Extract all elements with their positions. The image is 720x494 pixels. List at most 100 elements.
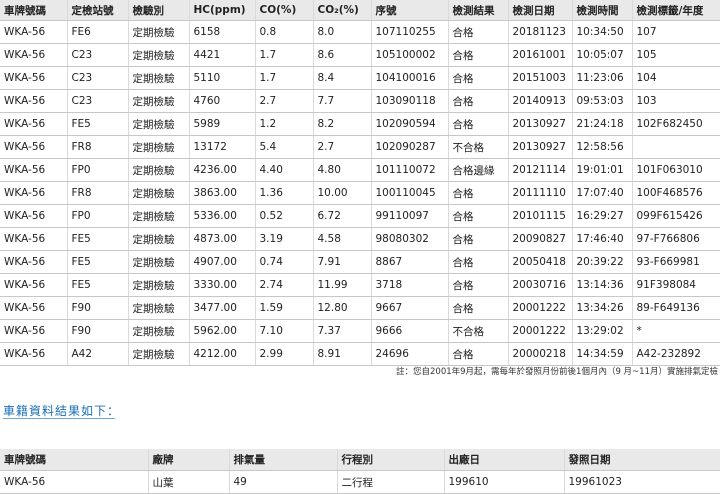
cell-co2: 7.37 [313, 319, 372, 343]
cell-plate: WKA-56 [0, 342, 68, 366]
cell-serial: 98080302 [371, 227, 449, 251]
cell-hc: 3330.00 [189, 273, 256, 297]
vehicle-header-row: 車牌號碼 廠牌 排氣量 行程別 出廠日 發照日期 [0, 449, 720, 471]
cell-time: 12:58:56 [572, 135, 633, 159]
table-row: WKA-56 FP0 定期檢驗 4236.00 4.40 4.80 101110072 合格邊… [0, 158, 720, 182]
cell-date: 20090827 [508, 227, 573, 251]
cell-date: 20001222 [508, 296, 573, 320]
cell-co2: 11.99 [313, 273, 372, 297]
cell-label: 97-F766806 [632, 227, 720, 251]
cell-co2: 4.80 [313, 158, 372, 182]
cell-plate: WKA-56 [0, 158, 68, 182]
table-row: WKA-56 FP0 定期檢驗 5336.00 0.52 6.72 99110097 合格 20… [0, 204, 720, 228]
cell-station: FP0 [67, 204, 129, 228]
cell-type: 定期檢驗 [128, 89, 190, 113]
cell-type: 定期檢驗 [128, 250, 190, 274]
table-row: WKA-56 FR8 定期檢驗 3863.00 1.36 10.00 100110045 合格… [0, 181, 720, 205]
cell-result: 合格邊緣 [448, 158, 509, 182]
cell-serial: 100110045 [371, 181, 449, 205]
vehicle-col-issue-date: 發照日期 [564, 449, 720, 471]
cell-station: FP0 [67, 158, 129, 182]
cell-co: 2.74 [255, 273, 314, 297]
table-row: WKA-56 FE5 定期檢驗 5989 1.2 8.2 102090594 合格 201309… [0, 112, 720, 136]
cell-label: 101F063010 [632, 158, 720, 182]
cell-station: FE5 [67, 273, 129, 297]
cell-co2: 12.80 [313, 296, 372, 320]
vehicle-info-table: 車牌號碼 廠牌 排氣量 行程別 出廠日 發照日期 WKA-56 山葉 49 二行… [0, 449, 720, 494]
cell-plate: WKA-56 [0, 227, 68, 251]
cell-type: 定期檢驗 [128, 227, 190, 251]
cell-serial: 9667 [371, 296, 449, 320]
table-row: WKA-56 C23 定期檢驗 5110 1.7 8.4 104100016 合格 201510… [0, 66, 720, 90]
col-header-date: 檢測日期 [508, 0, 573, 21]
cell-serial: 107110255 [371, 20, 449, 44]
cell-label: A42-232892 [632, 342, 720, 366]
vehicle-col-factory-date: 出廠日 [444, 449, 565, 471]
cell-serial: 101110072 [371, 158, 449, 182]
table-row: WKA-56 FE5 定期檢驗 3330.00 2.74 11.99 3718 合格 20030… [0, 273, 720, 297]
cell-co2: 8.0 [313, 20, 372, 44]
cell-serial: 104100016 [371, 66, 449, 90]
cell-label: 100F468576 [632, 181, 720, 205]
cell-date: 20050418 [508, 250, 573, 274]
table-row: WKA-56 FE5 定期檢驗 4873.00 3.19 4.58 98080302 合格 20… [0, 227, 720, 251]
cell-co: 1.36 [255, 181, 314, 205]
cell-co: 4.40 [255, 158, 314, 182]
cell-result: 合格 [448, 273, 509, 297]
cell-result: 合格 [448, 227, 509, 251]
cell-type: 定期檢驗 [128, 342, 190, 366]
cell-hc: 13172 [189, 135, 256, 159]
table-row: WKA-56 C23 定期檢驗 4421 1.7 8.6 105100002 合格 201610… [0, 43, 720, 67]
cell-type: 定期檢驗 [128, 158, 190, 182]
cell-label: 099F615426 [632, 204, 720, 228]
cell-time: 17:07:40 [572, 181, 633, 205]
cell-date: 20130927 [508, 135, 573, 159]
results-header-row: 車牌號碼 定檢站號 檢驗別 HC(ppm) CO(%) CO₂(%) 序號 檢測… [0, 0, 720, 21]
cell-plate: WKA-56 [0, 135, 68, 159]
cell-label: 93-F669981 [632, 250, 720, 274]
cell-time: 21:24:18 [572, 112, 633, 136]
vehicle-col-displacement: 排氣量 [229, 449, 338, 471]
cell-hc: 4907.00 [189, 250, 256, 274]
cell-station: FE5 [67, 250, 129, 274]
table-row: WKA-56 FE6 定期檢驗 6158 0.8 8.0 107110255 合格 201811… [0, 20, 720, 44]
vehicle-col-stroke: 行程別 [337, 449, 445, 471]
cell-serial: 99110097 [371, 204, 449, 228]
cell-serial: 8867 [371, 250, 449, 274]
cell-type: 定期檢驗 [128, 273, 190, 297]
cell-time: 17:46:40 [572, 227, 633, 251]
cell-date: 20001222 [508, 319, 573, 343]
cell-plate: WKA-56 [0, 89, 68, 113]
cell-label: 104 [632, 66, 720, 90]
cell-type: 定期檢驗 [128, 66, 190, 90]
cell-label: 107 [632, 20, 720, 44]
cell-label: 91F398084 [632, 273, 720, 297]
cell-plate: WKA-56 [0, 273, 68, 297]
cell-plate: WKA-56 [0, 250, 68, 274]
cell-plate: WKA-56 [0, 296, 68, 320]
cell-time: 20:39:22 [572, 250, 633, 274]
cell-result: 合格 [448, 250, 509, 274]
cell-hc: 4873.00 [189, 227, 256, 251]
cell-time: 13:14:36 [572, 273, 633, 297]
cell-station: A42 [67, 342, 129, 366]
cell-date: 20111110 [508, 181, 573, 205]
cell-type: 定期檢驗 [128, 319, 190, 343]
cell-hc: 5962.00 [189, 319, 256, 343]
cell-station: FE5 [67, 227, 129, 251]
cell-co: 1.2 [255, 112, 314, 136]
cell-co: 1.7 [255, 43, 314, 67]
cell-date: 20030716 [508, 273, 573, 297]
cell-station: F90 [67, 296, 129, 320]
cell-label: 102F682450 [632, 112, 720, 136]
cell-type: 定期檢驗 [128, 20, 190, 44]
cell-station: FR8 [67, 135, 129, 159]
cell-type: 定期檢驗 [128, 112, 190, 136]
cell-result: 合格 [448, 204, 509, 228]
cell-label: * [632, 319, 720, 343]
vehicle-brand: 山葉 [148, 470, 230, 494]
cell-serial: 103090118 [371, 89, 449, 113]
cell-result: 合格 [448, 181, 509, 205]
cell-co2: 8.4 [313, 66, 372, 90]
cell-co2: 8.6 [313, 43, 372, 67]
